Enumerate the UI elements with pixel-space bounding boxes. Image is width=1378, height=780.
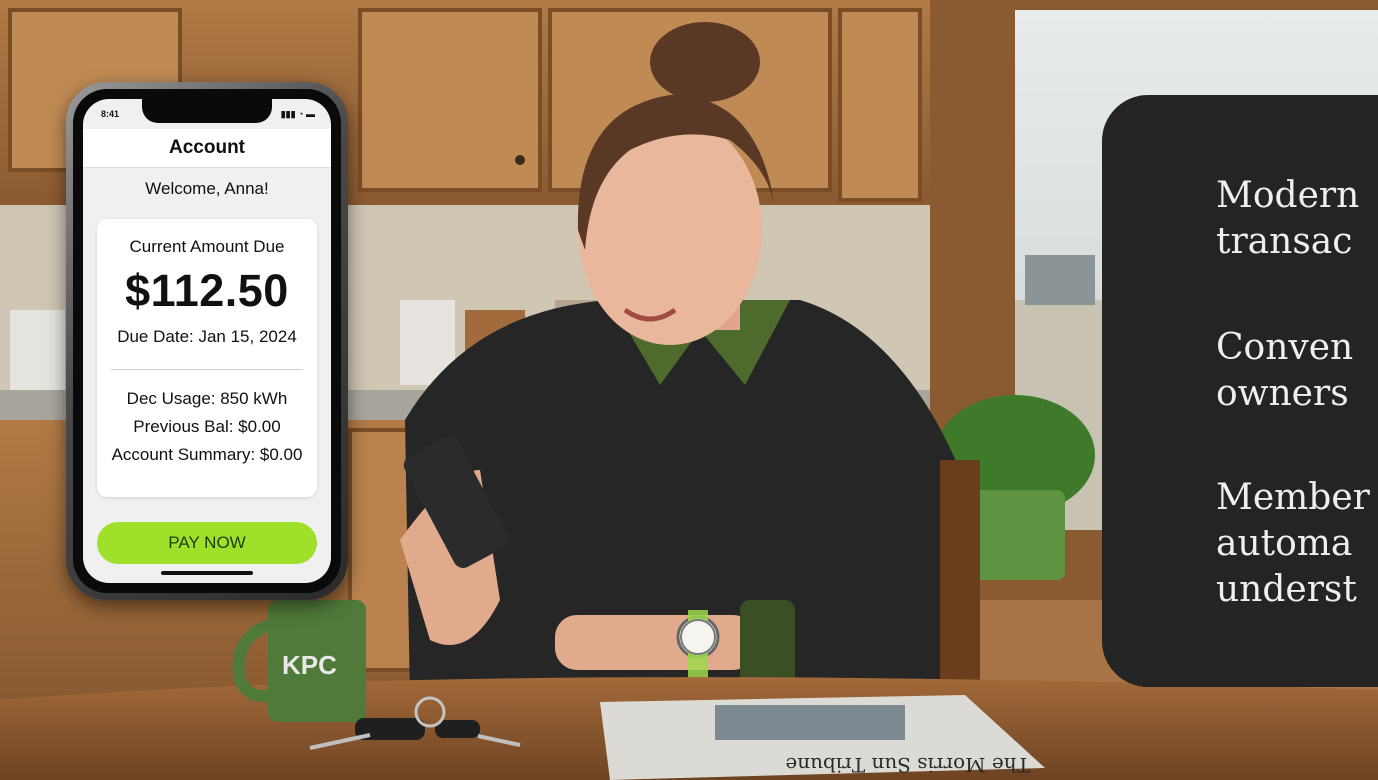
phone-bezel: 8:41 ▮▮▮ ◔ ▬ Account Welcome, Anna! Curr… [73, 89, 341, 593]
usage-row: Dec Usage: 850 kWh [126, 389, 288, 408]
amount-due-card: Current Amount Due $112.50 Due Date: Jan… [97, 219, 317, 497]
signal-wifi-battery-icon: ▮▮▮ ◔ ▬ [280, 109, 315, 119]
amount-due-value: $112.50 [125, 265, 289, 316]
panel-line-4: owners [1216, 373, 1349, 414]
account-summary-row: Account Summary: $0.00 [111, 445, 303, 464]
phone-mockup: 8:41 ▮▮▮ ◔ ▬ Account Welcome, Anna! Curr… [66, 82, 348, 600]
pay-now-button[interactable]: PAY NOW [97, 522, 317, 564]
previous-balance-row: Previous Bal: $0.00 [133, 417, 281, 436]
scene: KPC The Morris Sun Tribune 8:41 ▮▮▮ ◔ ▬ … [0, 0, 1378, 780]
newspaper-masthead: The Morris Sun Tribune [785, 753, 1030, 777]
status-time: 8:41 [101, 109, 120, 119]
home-indicator [161, 571, 253, 575]
phone-screen: 8:41 ▮▮▮ ◔ ▬ Account Welcome, Anna! Curr… [83, 99, 331, 583]
page-title: Account [83, 129, 331, 168]
phone-notch [142, 99, 272, 123]
panel-line-1: Modern [1216, 175, 1360, 216]
mug-logo: KPC [282, 650, 337, 680]
panel-line-7: underst [1216, 569, 1357, 610]
amount-due-label: Current Amount Due [129, 237, 285, 256]
panel-line-6: automa [1216, 523, 1353, 564]
due-date: Due Date: Jan 15, 2024 [117, 327, 297, 346]
panel-line-3: Conven [1216, 327, 1354, 368]
panel-line-2: transac [1216, 221, 1353, 262]
card-divider [111, 369, 303, 370]
welcome-message: Welcome, Anna! [145, 179, 269, 198]
info-panel: Modern transac Conven owners Member auto… [1102, 95, 1378, 687]
panel-line-5: Member [1216, 477, 1370, 518]
